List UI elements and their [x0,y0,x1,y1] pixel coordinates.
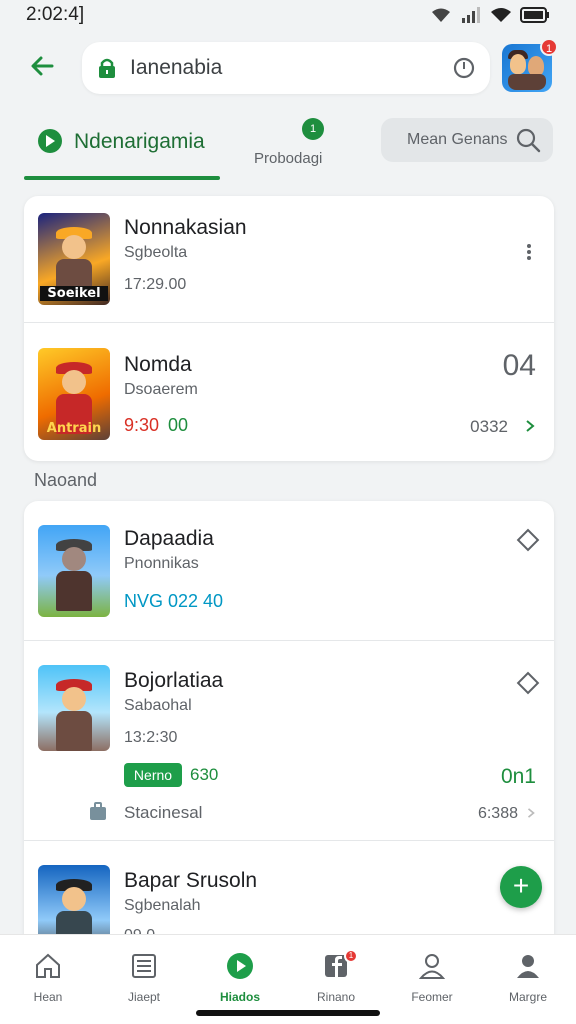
tab-probodagi[interactable]: 1 Probodagi [248,112,348,172]
thumbnail-caption: Soeikel [40,286,108,301]
item-right-value: 0n1 [500,765,536,788]
nav-person[interactable]: Feomer [384,935,480,1015]
tab-ndenarigamia[interactable]: Ndenarigamia [24,112,220,180]
list-icon [132,954,156,978]
item-subtitle: Sgbenalah [124,897,201,914]
bookmark-diamond-icon[interactable] [516,671,540,695]
item-subtitle: Sgbeolta [124,244,188,261]
url-text: Ianenabia [130,56,223,79]
nav-label: Jiaept [127,990,161,1004]
person-icon [418,954,446,979]
item-subtitle: Sabaohal [124,697,192,714]
tab-label: Probodagi [254,150,323,167]
chevron-right-icon[interactable] [524,419,536,433]
game-thumbnail [38,665,110,751]
status-bar: 2:02:4] [0,0,576,30]
footer-label: Stacinesal [124,803,203,822]
profile-avatar[interactable]: 1 [502,38,558,92]
notification-badge: 1 [540,38,558,56]
nav-label: Hean [33,990,63,1004]
timer-icon[interactable] [452,56,476,80]
nav-badge: 1 [344,949,358,963]
nav-label: Margre [508,990,547,1004]
wifi-icon [432,8,450,22]
nav-list[interactable]: Jiaept [96,935,192,1015]
bottom-list-card: Dapaadia Pnonnikas NVG 022 40 Bojorlatia… [24,501,554,961]
tab-indicator [24,176,220,180]
chip-value: 630 [190,765,219,784]
item-title: Nomda [124,353,192,376]
search-icon [516,128,541,153]
nav-home[interactable]: Hean [0,935,96,1015]
item-subtitle: Pnonnikas [124,555,199,572]
list-item[interactable]: Antrain Nomda Dsoaerem 9:30 00 04 0332 [24,323,554,461]
play-circle-icon [38,129,62,153]
nav-label: Feomer [411,990,453,1004]
status-time: 2:02:4] [26,4,85,25]
more-options-icon[interactable] [524,242,534,264]
home-icon [36,953,60,978]
item-title: Bojorlatiaa [124,669,224,692]
bookmark-diamond-icon[interactable] [516,528,540,552]
add-button[interactable]: + [500,866,542,908]
nav-label: Rinano [316,990,356,1004]
item-title: Bapar Srusoln [124,869,258,892]
item-code: NVG 022 40 [124,591,224,611]
tab-badge: 1 [302,118,324,140]
item-title: Nonnakasian [124,216,247,239]
account-icon [517,955,539,978]
item-time: 17:29.00 [124,276,187,293]
list-item[interactable]: Dapaadia Pnonnikas NVG 022 40 [24,501,554,641]
search-label: Mean Genans [407,131,508,148]
game-thumbnail [38,525,110,617]
nav-label: Hiados [219,990,260,1004]
list-item[interactable]: Soeikel Nonnakasian Sgbeolta 17:29.00 [24,196,554,323]
url-bar[interactable]: Ianenabia [82,42,490,94]
nav-videos[interactable]: Hiados [192,935,288,1015]
search-chip[interactable]: Mean Genans [381,118,553,162]
item-time-green: 00 [168,415,189,435]
nav-social[interactable]: 1 Rinano [288,935,384,1015]
tab-label: Ndenarigamia [74,130,205,153]
game-thumbnail: Antrain [38,348,110,440]
item-time-red: 9:30 [124,415,160,435]
item-count: 04 [502,349,536,382]
nav-account[interactable]: Margre [480,935,576,1015]
footer-value: 6:388 [477,805,518,822]
status-icons [430,7,550,23]
section-label: Naoand [34,470,98,490]
item-title: Dapaadia [124,527,214,550]
top-list-card: Soeikel Nonnakasian Sgbeolta 17:29.00 An… [24,196,554,461]
play-icon [227,953,253,979]
top-bar: Ianenabia 1 [0,36,576,100]
battery-icon [520,7,549,23]
tab-bar: Ndenarigamia 1 Probodagi Mean Genans [24,112,554,180]
item-time: 13:2:30 [124,729,178,746]
bag-icon [90,802,106,820]
game-thumbnail: Soeikel [38,213,110,305]
thumbnail-caption: Antrain [46,421,102,436]
list-item[interactable]: Bojorlatiaa Sabaohal 13:2:30 Nerno 630 0… [24,641,554,841]
item-subtitle: Dsoaerem [124,381,198,398]
chevron-right-icon[interactable] [526,807,536,819]
back-arrow-icon[interactable] [26,50,58,82]
signal-icon [462,7,480,23]
item-right-meta: 0332 [470,417,508,436]
wifi-icon-2 [491,8,511,22]
lock-icon [99,58,115,78]
status-chip[interactable]: Nerno [124,763,182,787]
home-indicator [196,1010,380,1016]
